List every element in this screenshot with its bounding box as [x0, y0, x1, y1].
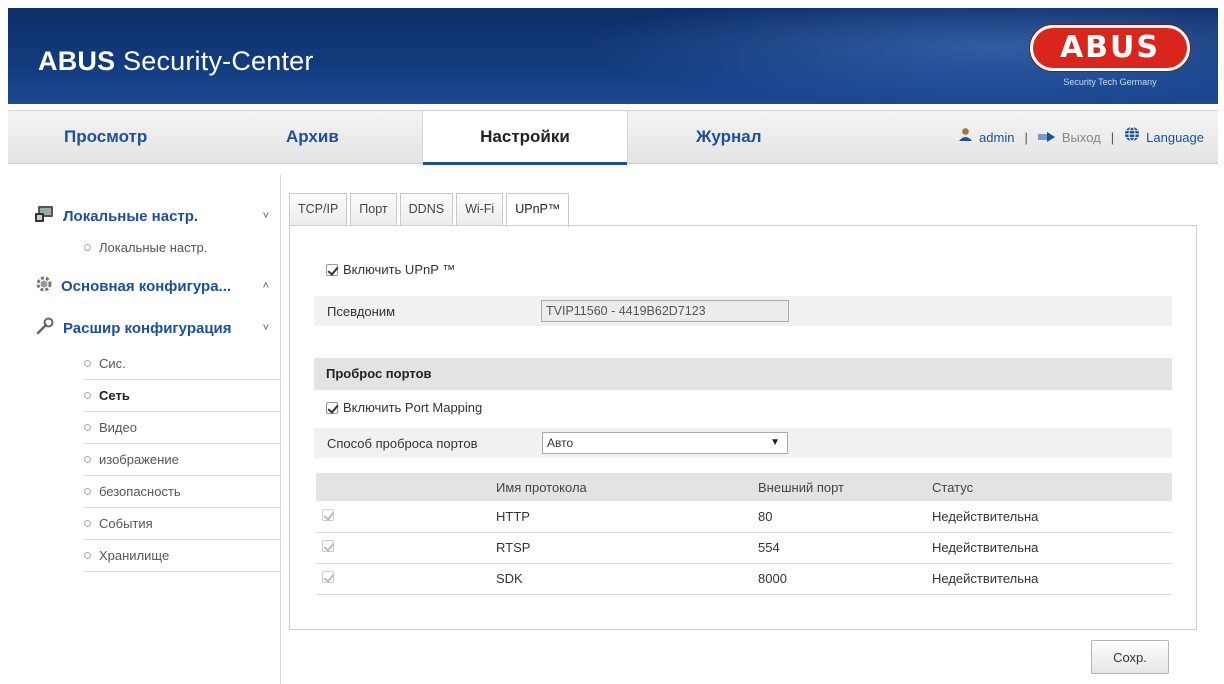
enable-port-mapping-label: Включить Port Mapping	[343, 400, 483, 415]
gear-icon	[35, 275, 53, 297]
chevron-down-icon[interactable]: ˅	[263, 322, 269, 334]
table-row: HTTP 80 Недействительна	[316, 501, 1172, 533]
mapping-mode-label: Способ проброса портов	[327, 435, 478, 451]
upnp-panel: Включить UPnP ™ Псевдоним TVIP11560 - 44…	[289, 225, 1197, 630]
app-title: ABUS Security-Center	[38, 46, 314, 76]
tab-archive[interactable]: Архив	[286, 111, 339, 164]
globe-icon	[1124, 112, 1140, 164]
table-row: RTSP 554 Недействительна	[316, 532, 1172, 564]
monitor-icon	[35, 205, 55, 227]
sidebar-group-local[interactable]: Локальные настр. ˅	[35, 201, 275, 231]
sidebar-item-storage[interactable]: Хранилище	[84, 540, 281, 572]
enable-port-mapping-row: Включить Port Mapping	[326, 400, 482, 415]
enable-port-mapping-checkbox[interactable]	[326, 401, 338, 414]
network-subtabs: TCP/IP Порт DDNS Wi-Fi UPnP™	[289, 193, 572, 227]
alias-label: Псевдоним	[327, 303, 396, 319]
enable-upnp-label: Включить UPnP ™	[343, 262, 456, 277]
enable-upnp-row: Включить UPnP ™	[326, 262, 455, 277]
wrench-icon	[35, 316, 55, 340]
sidebar-item-system[interactable]: Сис.	[84, 348, 281, 380]
user-name[interactable]: admin	[979, 112, 1014, 164]
subtab-upnp[interactable]: UPnP™	[506, 193, 570, 227]
app-header: ABUS Security-Center ABUS Security Tech …	[8, 8, 1218, 104]
col-protocol: Имя протокола	[496, 473, 758, 501]
subtab-port[interactable]: Порт	[350, 193, 397, 225]
sidebar-item-local[interactable]: Локальные настр.	[84, 232, 281, 264]
enable-upnp-checkbox[interactable]	[326, 263, 338, 276]
logo-text: ABUS	[1030, 25, 1190, 71]
col-external-port: Внешний порт	[758, 473, 932, 501]
sidebar-item-security[interactable]: безопасность	[84, 476, 281, 508]
port-mapping-table: Имя протокола Внешний порт Статус HTTP 8…	[316, 473, 1172, 595]
table-header-row: Имя протокола Внешний порт Статус	[316, 473, 1172, 501]
alias-row: Псевдоним TVIP11560 - 4419B62D7123	[314, 296, 1172, 326]
subtab-wifi[interactable]: Wi-Fi	[456, 193, 504, 225]
sidebar-group-advanced[interactable]: Расшир конфигурация ˅	[35, 313, 275, 343]
tab-settings[interactable]: Настройки	[422, 111, 628, 165]
sidebar-item-events[interactable]: События	[84, 508, 281, 540]
main-nav: Просмотр Архив Настройки Журнал admin | …	[8, 110, 1218, 165]
tab-journal[interactable]: Журнал	[696, 111, 762, 164]
user-area: admin | Выход | Language	[958, 111, 1204, 164]
row-checkbox	[322, 508, 334, 521]
subtab-tcpip[interactable]: TCP/IP	[289, 193, 348, 225]
save-button[interactable]: Сохр.	[1091, 640, 1169, 674]
tab-preview[interactable]: Просмотр	[64, 111, 147, 164]
logo-subtitle: Security Tech Germany	[1063, 77, 1157, 87]
user-icon	[958, 112, 973, 164]
table-row: SDK 8000 Недействительна	[316, 563, 1172, 595]
sidebar-item-network[interactable]: Сеть	[84, 380, 281, 412]
sidebar-item-video[interactable]: Видео	[84, 412, 281, 444]
port-mapping-section-title: Проброс портов	[314, 358, 1172, 390]
subtab-ddns[interactable]: DDNS	[399, 193, 454, 225]
row-checkbox	[322, 571, 334, 583]
alias-field[interactable]: TVIP11560 - 4419B62D7123	[541, 300, 789, 322]
chevron-up-icon[interactable]: ˄	[263, 280, 269, 292]
sidebar-item-image[interactable]: изображение	[84, 444, 281, 476]
sidebar-group-basic[interactable]: Основная конфигура... ˄	[35, 271, 275, 301]
dropdown-arrow-icon: ▼	[770, 437, 780, 448]
chevron-down-icon[interactable]: ˅	[263, 210, 269, 222]
language-link[interactable]: Language	[1146, 112, 1204, 164]
sidebar: Локальные настр. ˅ Локальные настр. Осно…	[8, 175, 281, 684]
mapping-mode-row: Способ проброса портов Авто ▼	[314, 428, 1172, 458]
abus-logo: ABUS Security Tech Germany	[1022, 25, 1198, 103]
mapping-mode-select[interactable]: Авто ▼	[542, 432, 788, 454]
logout-link[interactable]: Выход	[1062, 112, 1101, 164]
col-status: Статус	[932, 473, 1172, 501]
logout-icon	[1037, 112, 1056, 164]
row-checkbox	[322, 540, 334, 552]
